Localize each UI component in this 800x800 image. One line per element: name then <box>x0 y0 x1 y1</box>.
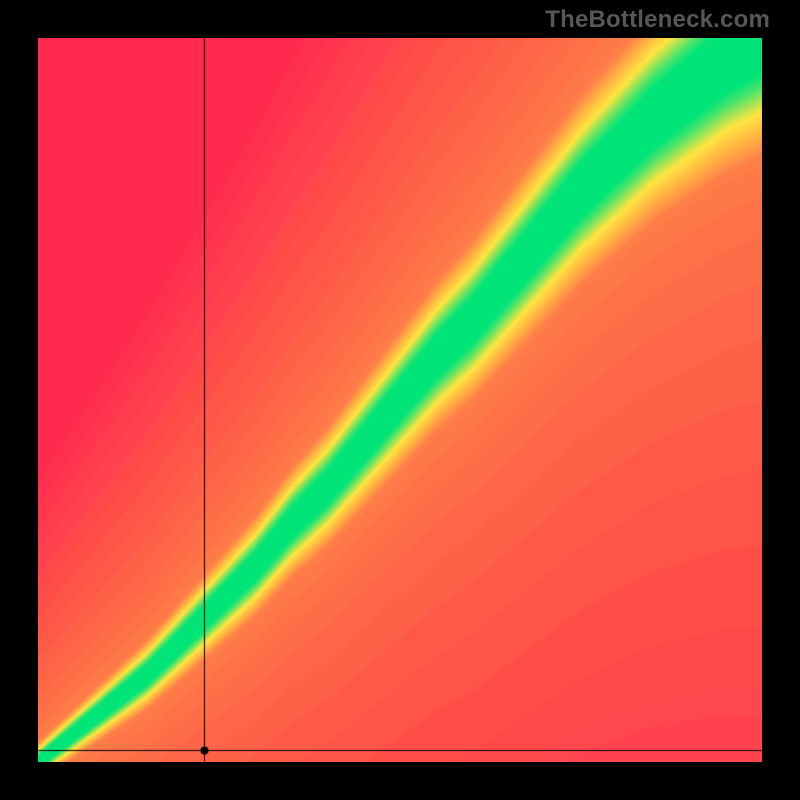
watermark-text: TheBottleneck.com <box>545 6 770 34</box>
plot-area <box>38 38 762 762</box>
axis-overlay-canvas <box>38 38 762 762</box>
chart-frame: TheBottleneck.com <box>0 0 800 800</box>
